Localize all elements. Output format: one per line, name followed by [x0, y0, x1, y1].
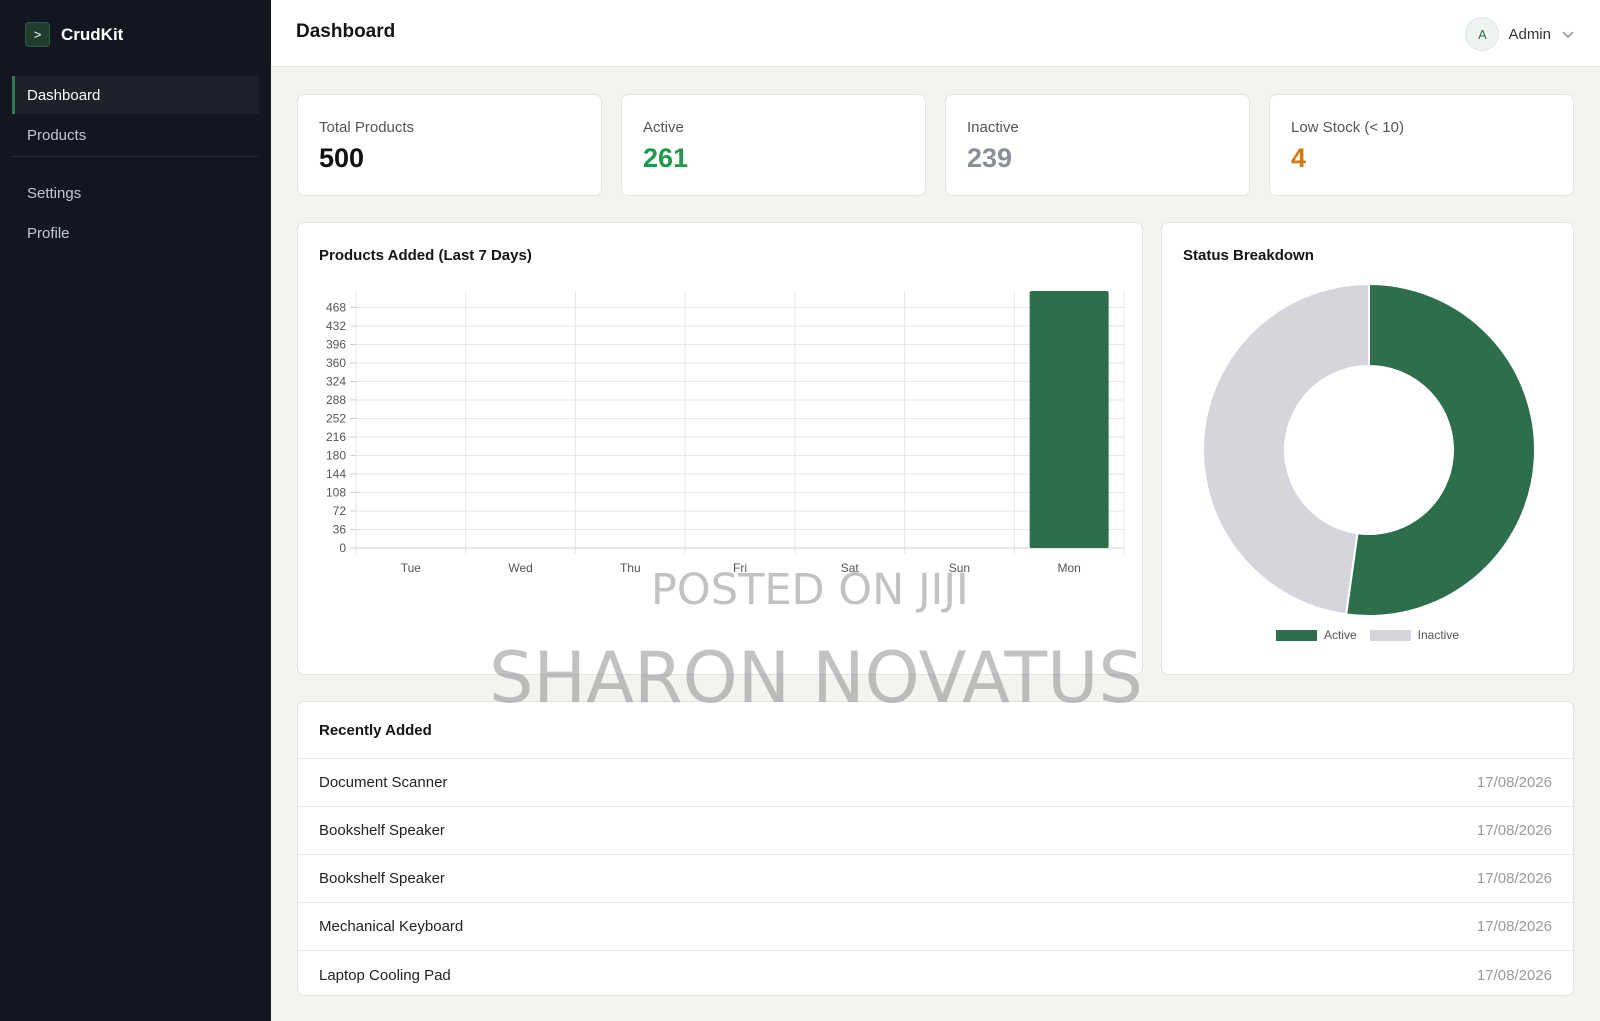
stat-card-inactive: Inactive 239	[945, 94, 1250, 196]
x-tick-label: Sat	[841, 561, 860, 575]
list-item[interactable]: Laptop Cooling Pad 17/08/2026	[298, 951, 1573, 995]
recent-header: Recently Added	[298, 702, 1573, 759]
donut-slice-active	[1344, 282, 1536, 617]
legend-label: Inactive	[1417, 628, 1460, 642]
stat-card-low-stock: Low Stock (< 10) 4	[1269, 94, 1574, 196]
recent-title: Recently Added	[319, 722, 432, 739]
y-tick-label: 432	[326, 319, 346, 333]
sidebar-item-profile[interactable]: Profile	[12, 214, 259, 252]
item-name: Document Scanner	[319, 774, 448, 791]
stat-card-active: Active 261	[621, 94, 926, 196]
stat-label: Total Products	[319, 119, 415, 136]
stat-value: 261	[643, 143, 689, 173]
sidebar-item-dashboard[interactable]: Dashboard	[12, 76, 259, 114]
list-item[interactable]: Document Scanner 17/08/2026	[298, 759, 1573, 807]
donut-legend: Active Inactive	[1162, 628, 1573, 642]
y-tick-label: 360	[326, 356, 346, 370]
y-tick-label: 468	[326, 300, 346, 314]
y-tick-label: 0	[339, 541, 346, 555]
avatar: A	[1465, 17, 1500, 51]
brand[interactable]: > CrudKit	[25, 22, 123, 47]
brand-name: CrudKit	[61, 24, 124, 44]
user-name: Admin	[1508, 25, 1551, 43]
user-menu[interactable]: A Admin	[1465, 17, 1576, 51]
legend-swatch	[1275, 629, 1317, 641]
y-tick-label: 180	[326, 448, 346, 462]
item-name: Laptop Cooling Pad	[319, 966, 451, 984]
item-name: Mechanical Keyboard	[319, 918, 464, 935]
bar-chart: 0 36 72 108 144 180 216 252 288 324 360 396 432 468 Tu…	[326, 291, 1125, 575]
y-tick-label: 288	[326, 393, 346, 407]
item-name: Bookshelf Speaker	[319, 870, 445, 887]
y-tick-label: 144	[326, 467, 346, 481]
legend-swatch	[1369, 629, 1411, 641]
donut-chart	[1202, 282, 1536, 617]
chevron-down-icon	[1562, 31, 1574, 38]
list-item[interactable]: Mechanical Keyboard 17/08/2026	[298, 903, 1573, 951]
stat-label: Inactive	[967, 119, 1019, 136]
y-tick-label: 216	[326, 430, 346, 444]
x-tick-label: Tue	[401, 561, 422, 575]
bar	[1029, 291, 1109, 548]
bar-chart-card: Products Added (Last 7 Days) 0 36 72 108 144…	[297, 222, 1143, 675]
x-tick-label: Mon	[1057, 561, 1080, 575]
item-date: 17/08/2026	[1476, 966, 1552, 984]
topbar: Dashboard A Admin	[271, 0, 1600, 67]
x-tick-label: Wed	[508, 561, 532, 575]
y-tick-label: 72	[333, 504, 347, 518]
item-date: 17/08/2026	[1476, 870, 1552, 887]
y-tick-label: 396	[326, 337, 346, 351]
stat-card-total: Total Products 500	[297, 94, 602, 196]
item-name: Bookshelf Speaker	[319, 822, 445, 839]
stat-label: Low Stock (< 10)	[1291, 119, 1404, 136]
legend-item-active[interactable]: Active	[1275, 628, 1357, 642]
sidebar-divider	[12, 156, 259, 157]
legend-label: Active	[1323, 628, 1357, 642]
item-date: 17/08/2026	[1476, 918, 1552, 935]
list-item[interactable]: Bookshelf Speaker 17/08/2026	[298, 855, 1573, 903]
y-tick-label: 108	[326, 485, 346, 499]
stat-label: Active	[643, 119, 684, 136]
sidebar-item-products[interactable]: Products	[12, 116, 259, 154]
page-title: Dashboard	[296, 21, 396, 42]
stat-value: 500	[319, 143, 365, 173]
y-tick-label: 252	[326, 411, 346, 425]
stat-value: 4	[1291, 143, 1307, 173]
list-item[interactable]: Bookshelf Speaker 17/08/2026	[298, 807, 1573, 855]
brand-logo-icon: >	[25, 22, 50, 47]
sidebar-item-settings[interactable]: Settings	[12, 174, 259, 212]
donut-chart-card: Status Breakdown Active Inactive	[1161, 222, 1574, 675]
x-tick-label: Sun	[949, 561, 970, 575]
item-date: 17/08/2026	[1476, 822, 1552, 839]
sidebar: > CrudKit Dashboard Products Settings Pr…	[0, 0, 271, 1021]
y-tick-label: 324	[326, 374, 346, 388]
legend-item-inactive[interactable]: Inactive	[1369, 628, 1460, 642]
donut-slice-inactive	[1202, 282, 1370, 616]
x-tick-label: Thu	[620, 561, 641, 575]
x-tick-label: Fri	[733, 561, 747, 575]
item-date: 17/08/2026	[1476, 774, 1552, 791]
y-tick-label: 36	[333, 522, 347, 536]
recent-card: Recently Added Document Scanner 17/08/20…	[297, 701, 1574, 996]
stat-value: 239	[967, 143, 1013, 173]
